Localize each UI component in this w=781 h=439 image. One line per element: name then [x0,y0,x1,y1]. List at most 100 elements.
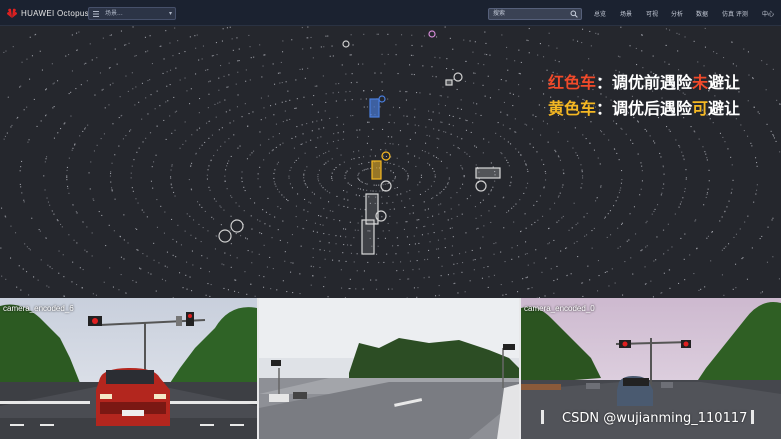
lidar-point [596,197,598,199]
lidar-point [221,263,223,265]
lidar-point [312,275,314,277]
pedestrian-marker[interactable] [475,180,487,192]
lidar-point [610,234,612,236]
lidar-point [507,141,509,143]
far-car-box[interactable] [445,79,453,86]
lidar-point [279,82,281,84]
lidar-point [509,128,511,130]
lidar-point [198,223,200,225]
camera-feed-left[interactable]: camera_encoded_6 [0,298,257,439]
blue-car-box[interactable] [369,98,380,118]
lidar-point [76,284,78,286]
yellow-car-box[interactable] [371,160,382,180]
pedestrian-marker[interactable] [218,229,232,243]
nav-item-overview[interactable]: 总览 [594,9,606,18]
lidar-point [367,135,369,137]
lidar-point [205,294,207,296]
lidar-point [147,272,149,274]
lidar-point [510,143,512,145]
pedestrian-marker[interactable] [380,180,392,192]
point-cloud-view[interactable]: 红色车：调优前遇险未避让 黄色车：调优后遇险可避让 [0,26,781,298]
lidar-point [261,233,263,235]
lidar-point [533,262,535,264]
pedestrian-marker[interactable] [342,40,350,48]
lidar-point [490,221,492,223]
lidar-point [286,291,288,293]
lidar-point [525,187,527,189]
lidar-point [730,191,732,193]
lidar-point [680,201,682,203]
lidar-point [412,212,414,214]
lidar-point [295,205,297,207]
lidar-point [108,67,110,69]
lidar-point [515,148,517,150]
lidar-point [372,128,374,130]
lidar-point [76,32,78,34]
lidar-point [289,169,291,171]
lidar-point [595,200,597,202]
pedestrian-marker[interactable] [453,72,463,82]
lidar-point [547,141,549,143]
app-logo[interactable]: HUAWEI Octopus [6,7,89,19]
lidar-point [370,149,372,151]
lidar-point [407,161,409,163]
nav-item-analysis[interactable]: 分析 [671,9,683,18]
lidar-point [461,213,463,215]
lidar-point [457,292,459,294]
lidar-point [357,222,359,224]
nav-item-simulation[interactable]: 仿真 评测 [722,9,748,18]
lidar-point [190,165,192,167]
lidar-point [635,233,637,235]
nav-item-data[interactable]: 数据 [696,9,708,18]
lidar-point [153,242,155,244]
lidar-point [362,288,364,290]
lidar-point [82,269,84,271]
lidar-point [304,77,306,79]
lidar-point [323,127,325,129]
lidar-point [153,259,155,261]
lidar-point [209,80,211,82]
lidar-point [253,56,255,58]
nav-item-scenes[interactable]: 场景 [620,9,632,18]
lidar-point [44,161,46,163]
lidar-point [307,67,309,69]
lidar-point [169,84,171,86]
dataset-select[interactable]: 场景... ▾ [88,7,176,20]
lidar-point [343,161,345,163]
point-cloud-canvas[interactable] [0,26,781,298]
lidar-point [197,201,199,203]
nav-item-visual[interactable]: 可视 [646,9,658,18]
lidar-point [465,119,467,121]
lidar-point [263,276,265,278]
lidar-point [684,191,686,193]
lidar-point [283,196,285,198]
lidar-point [773,137,775,139]
lidar-point [156,226,158,228]
lidar-point [597,33,599,35]
legend-yellow-highlight: 可 [692,99,709,118]
search-icon[interactable] [570,10,578,18]
lidar-point [241,116,243,118]
lidar-point [231,38,233,40]
lidar-point [127,242,129,244]
pedestrian-marker[interactable] [230,219,244,233]
lidar-point [208,137,210,139]
lidar-point [441,121,443,123]
camera-feed-center[interactable] [259,298,519,439]
lidar-point [189,103,191,105]
white-car-box[interactable] [475,167,501,179]
pink-marker[interactable] [428,30,436,38]
nav-item-center[interactable]: 中心 [762,9,774,18]
lidar-point [524,213,526,215]
lidar-point [380,149,382,151]
lidar-point [436,194,438,196]
lidar-point [384,63,386,65]
ego-vehicle-box-lower[interactable] [361,219,375,255]
lidar-point [123,239,125,241]
lidar-point [554,59,556,61]
lidar-point [693,273,695,275]
lidar-point [201,255,203,257]
lidar-point [476,103,478,105]
blue-marker[interactable] [378,95,386,103]
search-input[interactable]: 搜索 [488,8,582,20]
